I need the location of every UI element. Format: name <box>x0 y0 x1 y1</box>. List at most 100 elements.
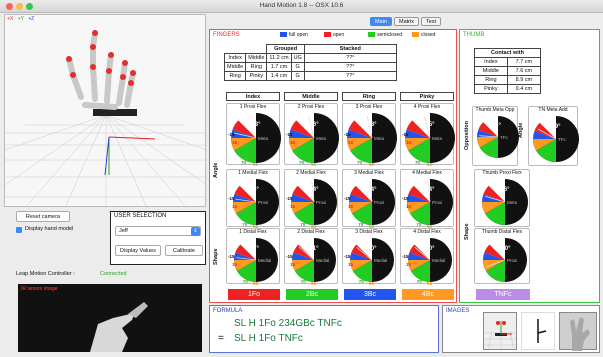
gauge-tile: Thumb Meta Opp 4° TFc <box>472 106 519 166</box>
gauge-reference-label: TFc <box>558 137 566 142</box>
display-hand-model-checkbox[interactable] <box>16 227 22 233</box>
contact-row: Index 7.7 cm <box>474 57 542 67</box>
gauge-tile: 2 Proxi Flex 76° Meta -15 15 70 90 <box>284 103 339 167</box>
gauge-dial <box>234 238 278 282</box>
reset-camera-button[interactable]: Reset camera <box>16 211 70 222</box>
image-hand-photo[interactable] <box>559 312 597 351</box>
finger-code-badge: 1Fo <box>228 289 280 300</box>
gauge-scale-mid: 15 <box>406 204 412 209</box>
gauge-dial <box>291 179 337 225</box>
contact-cell: 7.7 cm <box>506 57 542 67</box>
hand-photo-image <box>570 317 590 351</box>
gauge-scale-semiclosed: 70 <box>300 222 306 227</box>
gauge-value: 40° <box>367 245 377 252</box>
legend-label: closed <box>421 32 436 38</box>
grouped-cell: G <box>290 71 305 81</box>
gauge-value: 84° <box>367 187 377 194</box>
grouped-cell: Ring <box>223 71 247 81</box>
gauge-tile: 1 Proxi Flex 13° Meta -15 15 70 90 <box>226 103 281 167</box>
column-header-ring: Ring <box>342 92 396 101</box>
grouped-cell: G <box>290 62 305 72</box>
gauge-scale-min: -15 <box>402 254 409 259</box>
thumb-code-badge: TNFc <box>476 289 530 300</box>
gauge-value: 84° <box>425 187 435 194</box>
grouped-row: Index Middle 11.2 cm UG ??° <box>223 53 397 63</box>
gauge-value: 75° <box>425 121 435 128</box>
grouped-stacked-table: Grouped Stacked Index Middle 11.2 cm UG ??° Mi… <box>223 44 397 81</box>
display-values-button[interactable]: Display Values <box>115 245 161 256</box>
leap-controller-status: Connected <box>100 271 127 277</box>
gauge-scale-min: -15 <box>228 254 235 259</box>
axes-legend: +X +Y +Z <box>7 16 34 22</box>
grouped-cell: Ring <box>245 62 268 72</box>
gauge-scale-semiclosed: 70 <box>358 279 364 284</box>
tab-matrix[interactable]: Matrix <box>394 17 419 26</box>
contact-cell: 8.9 cm <box>506 75 542 85</box>
contact-cell: Middle <box>474 66 508 76</box>
gauge-scale-semiclosed: 70 <box>300 279 306 284</box>
gauge-reference-label: Proxi <box>432 200 443 205</box>
gauge-reference-label: Meta <box>507 200 518 205</box>
gauge-scale-min: -15 <box>344 132 351 137</box>
gauge-dial <box>292 238 336 282</box>
thumb-title: THUMB <box>463 32 485 38</box>
legend-item: semiclosed <box>368 32 402 38</box>
contact-header: Contact with <box>474 48 541 58</box>
gauge-value: 4° <box>495 123 501 130</box>
image-handshape-sketch[interactable] <box>521 312 555 350</box>
gauge-scale-closed: 90 <box>369 281 375 286</box>
thumb-panel: THUMB Contact with Index 7.7 cm Middle 7.6 … <box>459 29 600 303</box>
gauge-scale-min: -15 <box>344 196 351 201</box>
grouped-cell: 11.2 cm <box>266 53 292 63</box>
user-selection-title: USER SELECTION <box>114 213 167 219</box>
gauge-scale-min: -15 <box>286 254 293 259</box>
gauge-scale-min: -15 <box>286 196 293 201</box>
user-select-dropdown[interactable]: Jeff ⇕ <box>115 226 201 236</box>
gauge-scale-semiclosed: 70 <box>241 160 247 165</box>
gauge-tile: TN Meta Add 29° TFc <box>528 106 579 166</box>
gauge-reference-label: Medial <box>432 258 446 263</box>
gauge-scale-closed: 90 <box>427 281 433 286</box>
image-hand-model-thumbnail[interactable] <box>483 312 518 352</box>
gauge-scale-min: -15 <box>228 132 235 137</box>
fingers-legend: full open open semiclosed closed <box>280 32 456 40</box>
formula-equals: = <box>218 333 224 344</box>
grouped-row: Middle Ring 1.7 cm G ??° <box>223 62 397 72</box>
gauge-tile: Thumb Proxi Flex 16° Meta <box>474 169 530 227</box>
gauge-value: 40° <box>425 245 435 252</box>
gauge-reference-label: Proxi <box>258 200 269 205</box>
row-label-angle: Angle <box>213 162 219 178</box>
gauge-reference-label: Proxi <box>507 258 518 263</box>
gauge-reference-label: Medial <box>316 258 330 263</box>
y-axis-label: +Y <box>17 16 24 22</box>
legend-swatch <box>412 32 419 38</box>
gauge-scale-min: -15 <box>228 196 235 201</box>
grouped-cell: 1.4 cm <box>266 71 292 81</box>
contact-row: Middle 7.6 cm <box>474 66 542 76</box>
hand-model-thumbnail-image <box>484 321 518 352</box>
contact-cell: 9.4 cm <box>506 84 542 94</box>
grouped-header: Grouped <box>266 44 305 54</box>
gauge-scale-closed: 90 <box>311 281 317 286</box>
gauge-reference-label: Medial <box>374 258 388 263</box>
formula-line-1: SL H 1Fo 234GBc TNFc <box>234 318 342 329</box>
gauge-value: 7° <box>253 245 259 252</box>
hand-3d-view[interactable]: +X +Y +Z <box>4 14 208 209</box>
column-header-index: Index <box>226 92 280 101</box>
gauge-tile: 3 Medial Flex 84° Proxi -15 15 70 90 <box>342 169 396 229</box>
legend-swatch <box>324 32 331 38</box>
gauge-dial <box>483 238 527 282</box>
contact-cell: Pinky <box>474 84 508 94</box>
gauge-value: 78° <box>367 121 377 128</box>
gauge-scale-mid: 15 <box>348 262 354 267</box>
row-label-thumb-shape: Shape <box>464 223 470 240</box>
fingers-panel: FINGERS full open open semiclosed closed Gr… <box>209 29 457 303</box>
tab-test[interactable]: Test <box>421 17 442 26</box>
gauge-dial <box>350 238 394 282</box>
calibrate-button[interactable]: Calibrate <box>165 245 203 256</box>
gauge-scale-closed: 90 <box>311 162 317 167</box>
tab-main[interactable]: Main <box>370 17 392 26</box>
gauge-tile: 2 Distal Flex 41° Medial -15 15 70 90 <box>284 228 338 286</box>
gauge-scale-min: -15 <box>402 196 409 201</box>
display-hand-model-label: Display hand model <box>25 226 74 232</box>
